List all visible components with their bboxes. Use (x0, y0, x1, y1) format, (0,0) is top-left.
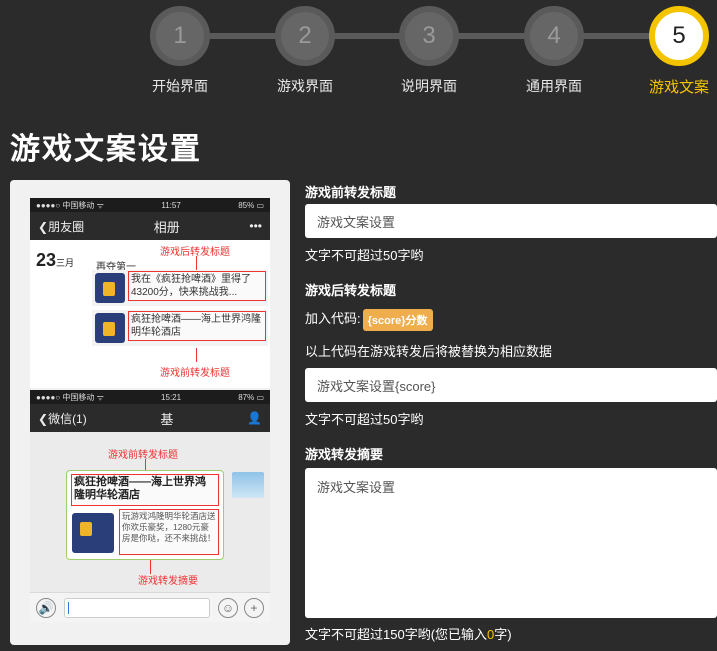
status-time: 15:21 (161, 392, 182, 402)
step-1-circle[interactable]: 1 (150, 6, 210, 66)
chevron-left-icon: ❮ (38, 219, 49, 234)
annotation-summary: 游戏转发摘要 (138, 576, 198, 587)
summary-textarea[interactable]: 游戏文案设置 (305, 468, 717, 618)
chat-navbar: ❮微信(1) 基 👤 (30, 404, 270, 432)
beer-game-icon (72, 513, 114, 553)
post-share-title-input[interactable] (305, 368, 717, 402)
step-4-circle[interactable]: 4 (524, 6, 584, 66)
nav-title: 相册 (153, 219, 180, 235)
step-3-label: 说明界面 (401, 78, 457, 94)
step-1-label: 开始界面 (152, 78, 208, 94)
post-after-text: 我在《疯狂抢啤酒》里得了43200分，快来挑战我... (128, 271, 266, 301)
step-5-circle[interactable]: 5 (649, 6, 709, 66)
chat-input-field (64, 598, 210, 618)
status-time: 11:57 (161, 200, 181, 210)
moments-navbar: ❮朋友圈 相册 ••• (30, 212, 270, 240)
battery-text: 85% ▭ (238, 200, 264, 210)
back-link: ❮微信(1) (38, 411, 87, 426)
step-5[interactable]: 5 游戏文案 (619, 6, 717, 97)
pre-share-title-input[interactable] (305, 204, 717, 238)
post-share-title-label: 游戏后转发标题 (305, 283, 397, 298)
plus-icon: + (244, 598, 264, 618)
page-title: 游戏文案设置 (10, 133, 202, 166)
annotation-arrow (196, 256, 197, 270)
share-card-summary: 玩游戏鸿隆明华轮酒店送你欢乐豪奖，1280元豪房是你哒，还不来挑战！ (119, 509, 219, 555)
post-share-title-hint: 文字不可超过50字哟 (305, 412, 424, 427)
back-link: ❮朋友圈 (38, 219, 85, 234)
status-bar: ●●●●○ 中国移动 ᯤ 11:57 85% ▭ (30, 198, 270, 212)
step-4-label: 通用界面 (526, 78, 582, 94)
annotation-pre-title: 游戏前转发标题 (160, 368, 230, 379)
annotation-pre-title: 游戏前转发标题 (108, 450, 178, 461)
voice-icon: 🔊 (36, 598, 56, 618)
moments-feed: 23三月 再夺第一 游戏后转发标题 我在《疯狂抢啤酒》里得了43200分，快来挑… (30, 240, 270, 388)
code-prefix: 加入代码: (305, 311, 361, 326)
beer-game-icon (95, 273, 125, 303)
chat-body: 游戏前转发标题 疯狂抢啤酒——海上世界鸿隆明华轮酒店 玩游戏鸿隆明华轮酒店送你欢… (30, 432, 270, 594)
score-code-tag[interactable]: {score}分数 (362, 308, 433, 331)
post-card-before: 疯狂抢啤酒——海上世界鸿隆明华轮酒店 (92, 310, 268, 346)
carrier-text: ●●●●○ 中国移动 ᯤ (36, 200, 104, 210)
carrier-text: ●●●●○ 中国移动 ᯤ (36, 392, 104, 402)
beer-game-icon (95, 313, 125, 343)
step-2-circle[interactable]: 2 (275, 6, 335, 66)
step-1[interactable]: 1 开始界面 (120, 6, 240, 96)
more-icon: ••• (249, 219, 262, 233)
nav-title: 基 (160, 411, 174, 427)
share-preview-panel: ●●●●○ 中国移动 ᯤ 11:57 85% ▭ ❮朋友圈 相册 ••• 23三… (10, 180, 290, 645)
summary-hint: 文字不可超过150字哟(您已输入0字) (305, 627, 512, 642)
emoji-icon: ☺ (218, 598, 238, 618)
step-3[interactable]: 3 说明界面 (369, 6, 489, 96)
pre-share-title-hint: 文字不可超过50字哟 (305, 248, 424, 263)
annotation-post-title: 游戏后转发标题 (160, 247, 230, 258)
avatar (232, 472, 264, 498)
post-before-text: 疯狂抢啤酒——海上世界鸿隆明华轮酒店 (128, 311, 266, 341)
person-icon: 👤 (247, 411, 262, 425)
step-2-label: 游戏界面 (277, 78, 333, 94)
pre-share-title-label: 游戏前转发标题 (305, 185, 397, 200)
chevron-left-icon: ❮ (38, 411, 49, 426)
summary-label: 游戏转发摘要 (305, 447, 384, 462)
chat-input-bar: 🔊 ☺ + (30, 592, 270, 622)
battery-text: 87% ▭ (238, 392, 264, 402)
share-card-title: 疯狂抢啤酒——海上世界鸿隆明华轮酒店 (71, 474, 219, 506)
annotation-arrow (196, 348, 197, 362)
post-card-after: 我在《疯狂抢啤酒》里得了43200分，快来挑战我... (92, 270, 268, 306)
step-2[interactable]: 2 游戏界面 (245, 6, 365, 96)
status-bar: ●●●●○ 中国移动 ᯤ 15:21 87% ▭ (30, 390, 270, 404)
code-explain-text: 以上代码在游戏转发后将被替换为相应数据 (305, 344, 553, 359)
share-card-bubble: 疯狂抢啤酒——海上世界鸿隆明华轮酒店 玩游戏鸿隆明华轮酒店送你欢乐豪奖，1280… (66, 470, 224, 560)
step-4[interactable]: 4 通用界面 (494, 6, 614, 96)
code-insert-row: 加入代码: {score}分数 (305, 308, 433, 331)
moments-preview: ●●●●○ 中国移动 ᯤ 11:57 85% ▭ ❮朋友圈 相册 ••• 23三… (30, 198, 270, 388)
progress-stepper: 1 开始界面 2 游戏界面 3 说明界面 4 通用界面 5 游戏文案 (0, 0, 717, 110)
step-3-circle[interactable]: 3 (399, 6, 459, 66)
step-5-label: 游戏文案 (648, 79, 709, 96)
chat-preview: ●●●●○ 中国移动 ᯤ 15:21 87% ▭ ❮微信(1) 基 👤 游戏前转… (30, 390, 270, 622)
post-date: 23三月 (36, 250, 75, 270)
